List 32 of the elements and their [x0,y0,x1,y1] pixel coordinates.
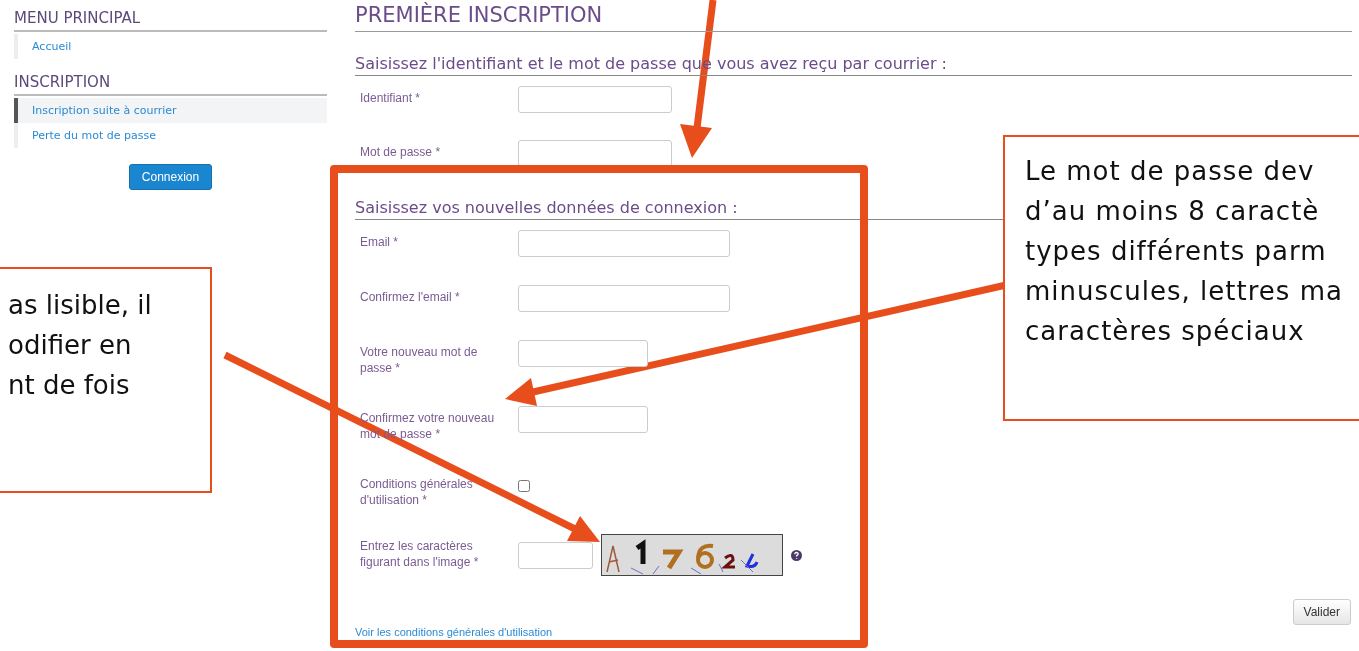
input-field[interactable] [518,230,730,257]
callout-text: odifier en [8,329,133,362]
sidebar-item[interactable]: Inscription suite à courrier [14,98,327,123]
callout-text: Le mot de passe dev [1025,155,1316,188]
input-field[interactable] [518,140,672,167]
field-label: Mot de passe * [359,144,442,160]
field-label: Identifiant * [359,90,422,106]
field-label: Votre nouveau mot de passe * [359,344,479,376]
checkbox[interactable] [518,480,530,492]
callout-text: nt de fois [8,369,131,402]
callout-text: types différents parm [1025,235,1328,268]
input-field[interactable] [518,406,648,433]
callout-text: caractères spéciaux [1025,315,1306,348]
input-field[interactable] [518,86,672,113]
callout-text: minuscules, lettres ma [1025,275,1344,308]
input-field[interactable] [518,541,593,569]
sidebar-item[interactable]: Accueil [14,34,327,59]
callout-text: as lisible, il [8,289,153,322]
page-title: PREMIÈRE INSCRIPTION [355,0,1352,32]
terms-link[interactable]: Voir les conditions générales d'utilisation [355,626,553,638]
submit-button[interactable]: Valider [1292,599,1351,625]
help-icon[interactable] [791,549,802,561]
menu-heading: INSCRIPTION [14,73,327,96]
input-field[interactable] [518,340,648,367]
login-button[interactable]: Connexion [128,164,213,190]
menu-heading: MENU PRINCIPAL [14,9,327,32]
sidebar-item[interactable]: Perte du mot de passe [14,123,327,148]
field-label: Conditions générales d'utilisation * [359,476,474,508]
field-label: Email * [359,234,399,250]
field-label: Confirmez l'email * [359,289,461,305]
field-label: Entrez les caractères figurant dans l'image * [359,538,480,570]
input-field[interactable] [518,285,730,312]
